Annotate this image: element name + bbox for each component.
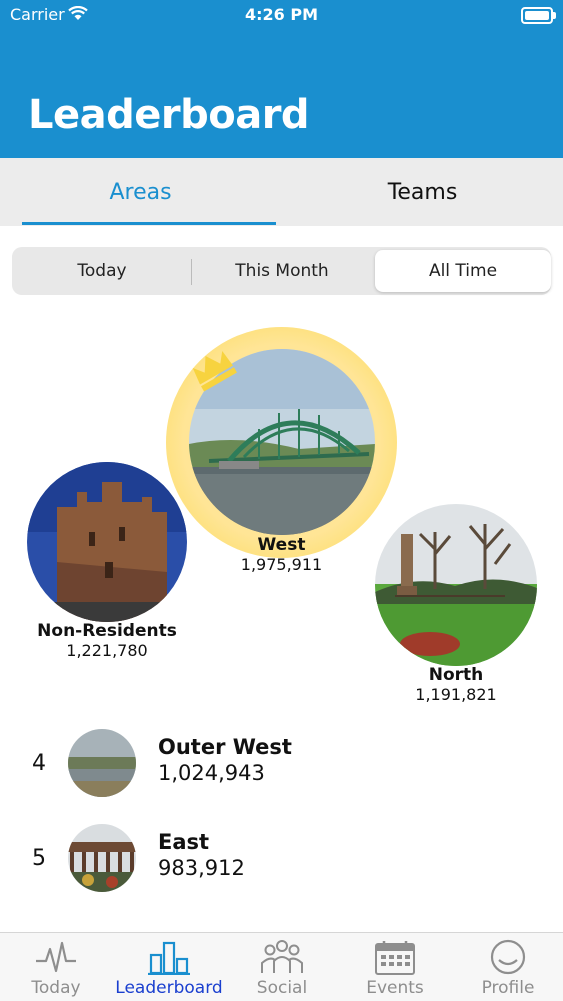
pulse-icon (36, 941, 76, 973)
non-residents-area-photo[interactable] (27, 462, 187, 622)
status-bar: Carrier 4:26 PM (0, 0, 563, 30)
people-icon (261, 940, 303, 973)
outer-west-area-photo (68, 729, 136, 797)
calendar-icon (375, 941, 415, 975)
smiley-icon (490, 939, 526, 975)
rank-number: 4 (32, 751, 46, 776)
podium-second-name: Non-Residents (37, 621, 177, 641)
ranking-name: Outer West (158, 735, 292, 759)
podium-first-name: West (257, 535, 306, 555)
tabbar-label: Social (256, 978, 308, 998)
tabbar-events[interactable]: Events (339, 933, 451, 1001)
tabbar-label: Leaderboard (115, 978, 223, 998)
tabbar-profile[interactable]: Profile (452, 933, 563, 1001)
ranking-score: 1,024,943 (158, 761, 265, 785)
bar-chart-icon (148, 941, 190, 975)
battery-icon (521, 7, 556, 24)
period-segmented-control: Today This Month All Time (12, 247, 551, 295)
segment-divider (191, 259, 192, 285)
bottom-tab-bar: Today Leaderboard Social Events Profile (0, 932, 563, 1001)
ranking-name: East (158, 830, 210, 854)
ranking-row-4[interactable]: 4 Outer West 1,024,943 (0, 729, 563, 809)
tabbar-today[interactable]: Today (0, 933, 112, 1001)
tab-areas[interactable]: Areas (0, 158, 281, 226)
active-tab-indicator (22, 222, 276, 225)
ranking-row-5[interactable]: 5 East 983,912 (0, 824, 563, 904)
area-team-tabs: Areas Teams (0, 158, 563, 226)
tabbar-label: Events (366, 978, 424, 998)
segment-this-month[interactable]: This Month (194, 250, 370, 292)
north-area-photo[interactable] (375, 504, 537, 666)
tabbar-social[interactable]: Social (226, 933, 338, 1001)
tab-teams[interactable]: Teams (282, 158, 563, 226)
east-area-photo (68, 824, 136, 892)
crown-icon (192, 350, 237, 392)
podium-second-score: 1,221,780 (66, 641, 148, 660)
segment-today[interactable]: Today (14, 250, 190, 292)
tabbar-label: Today (31, 978, 81, 998)
rank-number: 5 (32, 846, 46, 871)
ranking-score: 983,912 (158, 856, 245, 880)
podium-third-name: North (428, 665, 484, 685)
tabbar-leaderboard[interactable]: Leaderboard (113, 933, 225, 1001)
podium-first-score: 1,975,911 (240, 555, 323, 574)
podium-third-score: 1,191,821 (415, 685, 497, 704)
header: Carrier 4:26 PM Leaderboard (0, 0, 563, 158)
page-title: Leaderboard (28, 92, 310, 138)
segment-all-time[interactable]: All Time (375, 250, 551, 292)
tabbar-label: Profile (481, 978, 535, 998)
status-time: 4:26 PM (244, 5, 318, 24)
